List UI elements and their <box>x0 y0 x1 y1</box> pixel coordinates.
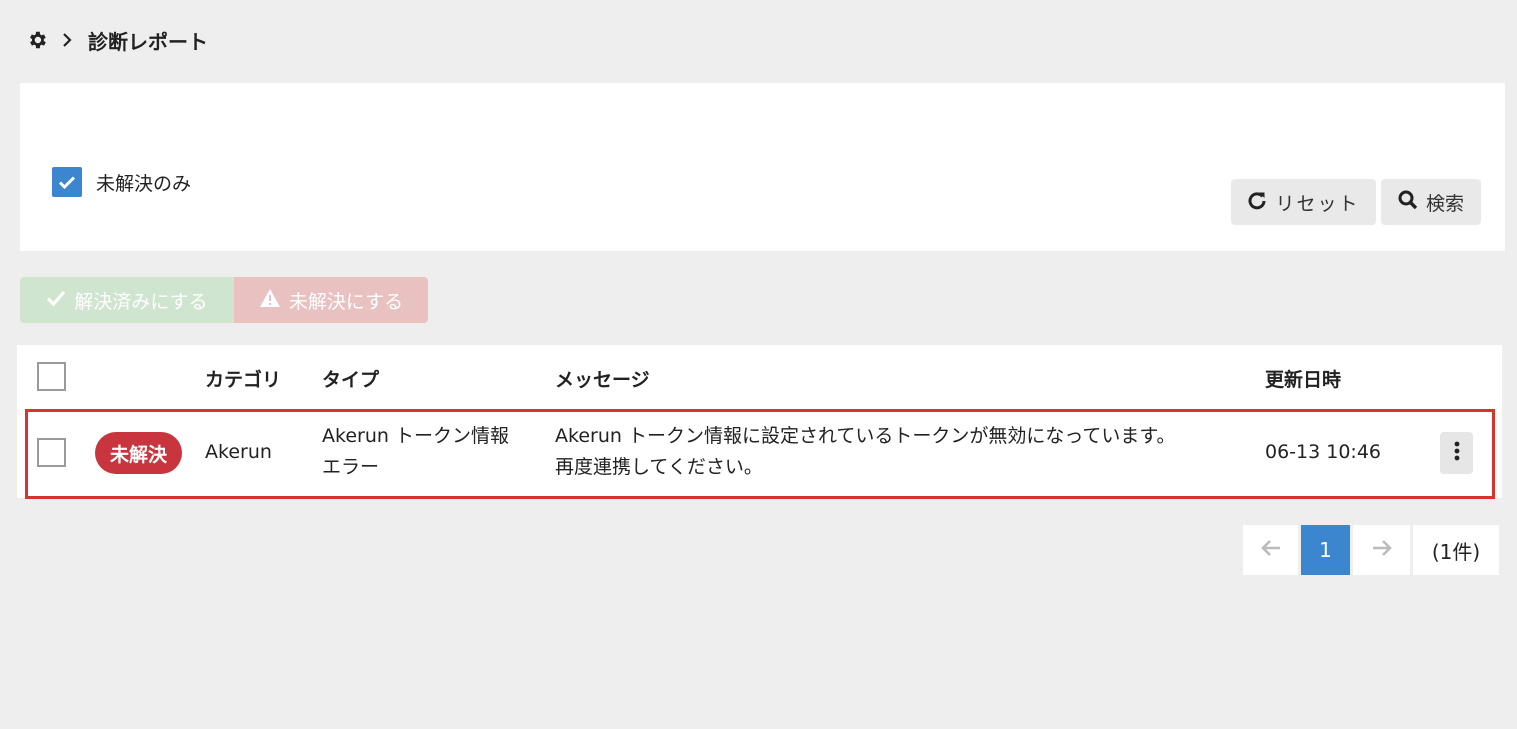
row-category: Akerun <box>205 441 272 463</box>
row-updated-at: 06-13 10:46 <box>1265 441 1382 463</box>
row-checkbox[interactable] <box>37 438 66 467</box>
mark-unresolved-button[interactable]: 未解決にする <box>234 277 428 323</box>
total-count: (1件) <box>1413 525 1499 575</box>
search-icon <box>1398 190 1418 215</box>
arrow-right-icon <box>1371 538 1393 562</box>
mark-resolved-label: 解決済みにする <box>74 290 208 313</box>
bulk-actions: 解決済みにする 未解決にする <box>20 277 428 323</box>
status-badge: 未解決 <box>95 432 182 474</box>
page-1-button[interactable]: 1 <box>1301 525 1350 575</box>
warning-icon <box>259 288 281 313</box>
next-page-button[interactable] <box>1353 525 1410 575</box>
page-title: 診断レポート <box>88 29 208 54</box>
search-label: 検索 <box>1425 192 1464 215</box>
row-type-line1: Akerun トークン情報 <box>322 425 509 447</box>
row-message-line1: Akerun トークン情報に設定されているトークンが無効になっています。 <box>555 425 1176 447</box>
breadcrumb: 診断レポート <box>26 26 208 54</box>
unresolved-only-checkbox[interactable]: 未解決のみ <box>52 167 191 197</box>
prev-page-button[interactable] <box>1243 525 1298 575</box>
more-vertical-icon <box>1454 441 1460 465</box>
check-icon <box>46 289 66 312</box>
column-header-updated-at[interactable]: 更新日時 <box>1265 365 1341 392</box>
filter-panel: 未解決のみ リセット 検索 <box>20 83 1505 251</box>
checkbox-checked-icon[interactable] <box>52 167 82 197</box>
report-table: カテゴリ タイプ メッセージ 更新日時 未解決 Akerun Akerun トー… <box>17 345 1502 499</box>
reset-button[interactable]: リセット <box>1231 179 1376 225</box>
arrow-left-icon <box>1260 538 1282 562</box>
row-type-line2: エラー <box>322 456 380 478</box>
reset-label: リセット <box>1275 192 1360 215</box>
column-header-type[interactable]: タイプ <box>322 365 379 392</box>
search-button[interactable]: 検索 <box>1381 179 1481 225</box>
row-menu-button[interactable] <box>1440 432 1473 474</box>
row-message-line2: 再度連携してください。 <box>555 456 763 478</box>
gear-icon[interactable] <box>26 29 48 51</box>
column-header-message[interactable]: メッセージ <box>555 365 650 392</box>
mark-resolved-button[interactable]: 解決済みにする <box>20 277 234 323</box>
chevron-right-icon <box>62 33 74 47</box>
pagination: 1 (1件) <box>1243 525 1499 575</box>
column-header-category[interactable]: カテゴリ <box>205 365 281 392</box>
select-all-checkbox[interactable] <box>37 362 66 391</box>
unresolved-only-label: 未解決のみ <box>96 172 192 195</box>
refresh-icon <box>1247 190 1267 215</box>
mark-unresolved-label: 未解決にする <box>288 290 404 313</box>
